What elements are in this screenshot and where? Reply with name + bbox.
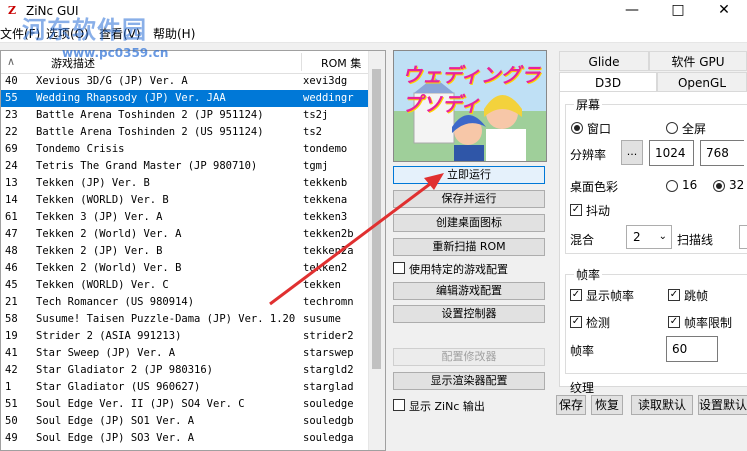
- resolution-picker-button[interactable]: ...: [621, 140, 643, 165]
- fullscreen-radio[interactable]: [666, 122, 678, 134]
- d3d-settings-panel: 屏幕 窗口 全屏 分辨率 ... 1024 768 桌面色彩 16 32 ✓ 抖…: [559, 91, 747, 395]
- scanline-label: 扫描线: [677, 233, 714, 247]
- window-mode-label: 窗口: [587, 122, 612, 136]
- mix-dropdown-value: 2: [633, 230, 641, 244]
- color-32-radio[interactable]: [713, 180, 725, 192]
- mix-dropdown[interactable]: 2 ⌄: [626, 225, 672, 249]
- restore-button[interactable]: 恢复: [591, 395, 623, 415]
- window-mode-radio[interactable]: [571, 122, 583, 134]
- detect-checkbox[interactable]: ✓: [570, 316, 582, 328]
- texture-group-label: 纹理: [570, 381, 595, 395]
- dither-label: 抖动: [586, 204, 611, 218]
- show-fps-checkbox[interactable]: ✓: [570, 289, 582, 301]
- desktop-color-label: 桌面色彩: [570, 180, 619, 194]
- mix-label: 混合: [570, 233, 595, 247]
- resolution-label: 分辨率: [570, 148, 607, 162]
- dither-checkbox[interactable]: ✓: [570, 204, 582, 216]
- frame-limit-checkbox[interactable]: ✓: [668, 316, 680, 328]
- chevron-down-icon: ⌄: [658, 231, 667, 242]
- frame-skip-checkbox[interactable]: ✓: [668, 289, 680, 301]
- frame-skip-label: 跳帧: [684, 289, 709, 303]
- resolution-width-field[interactable]: 1024: [649, 140, 694, 166]
- save-button[interactable]: 保存: [556, 395, 586, 415]
- tab-d3d[interactable]: D3D: [559, 72, 657, 92]
- watermark-text: 河东软件园: [22, 16, 147, 44]
- framerate-group-label: 帧率: [574, 266, 603, 283]
- color-16-radio[interactable]: [666, 180, 678, 192]
- fullscreen-label: 全屏: [682, 122, 707, 136]
- watermark-url: www.pc0359.cn: [62, 46, 169, 60]
- show-fps-label: 显示帧率: [586, 289, 635, 303]
- tab-opengl[interactable]: OpenGL: [657, 72, 747, 92]
- watermark-logo: 河东软件园: [22, 10, 147, 45]
- color-32-label: 32: [729, 178, 745, 192]
- frame-limit-label: 帧率限制: [684, 316, 733, 330]
- scanline-dropdown[interactable]: [739, 225, 747, 249]
- detect-label: 检测: [586, 316, 611, 330]
- framerate-value-label: 帧率: [570, 344, 595, 358]
- set-default-button[interactable]: 设置默认: [698, 395, 747, 415]
- framerate-value-field[interactable]: 60: [666, 336, 718, 362]
- tab-soft-gpu[interactable]: 软件 GPU: [649, 51, 747, 71]
- resolution-height-field[interactable]: 768: [700, 140, 744, 166]
- color-16-label: 16: [682, 178, 698, 192]
- tab-glide[interactable]: Glide: [559, 51, 649, 71]
- load-default-button[interactable]: 读取默认: [631, 395, 693, 415]
- screen-group-label: 屏幕: [574, 96, 603, 113]
